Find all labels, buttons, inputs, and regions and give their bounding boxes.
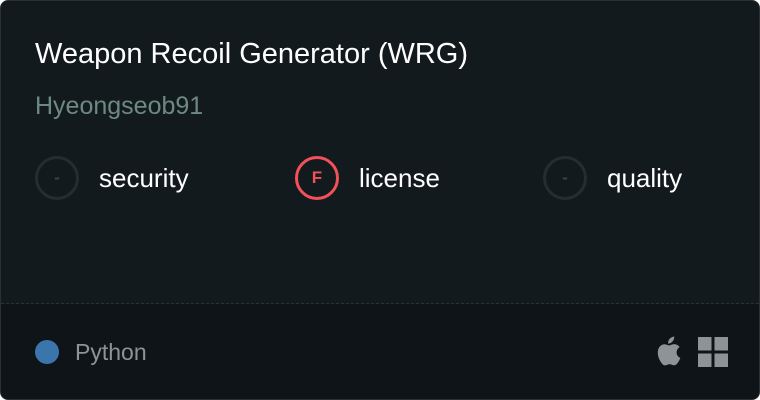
security-grade-badge: - <box>35 156 79 200</box>
quality-label: quality <box>607 162 683 193</box>
repo-author[interactable]: Hyeongseob91 <box>35 89 203 123</box>
card-footer: Python <box>1 304 759 399</box>
quality-grade-badge: - <box>543 156 587 200</box>
repo-title[interactable]: Weapon Recoil Generator (WRG) <box>35 35 468 73</box>
apple-icon <box>657 336 681 366</box>
language-color-dot <box>35 340 59 364</box>
metric-security: - security <box>35 153 189 203</box>
metric-license: F license <box>295 153 440 203</box>
security-label: security <box>99 162 189 193</box>
language-label: Python <box>75 339 147 365</box>
metric-quality: - quality <box>543 153 682 203</box>
repo-card[interactable]: Weapon Recoil Generator (WRG) Hyeongseob… <box>0 0 760 400</box>
license-label: license <box>359 162 440 193</box>
windows-icon <box>698 337 728 367</box>
license-grade-badge: F <box>295 156 339 200</box>
